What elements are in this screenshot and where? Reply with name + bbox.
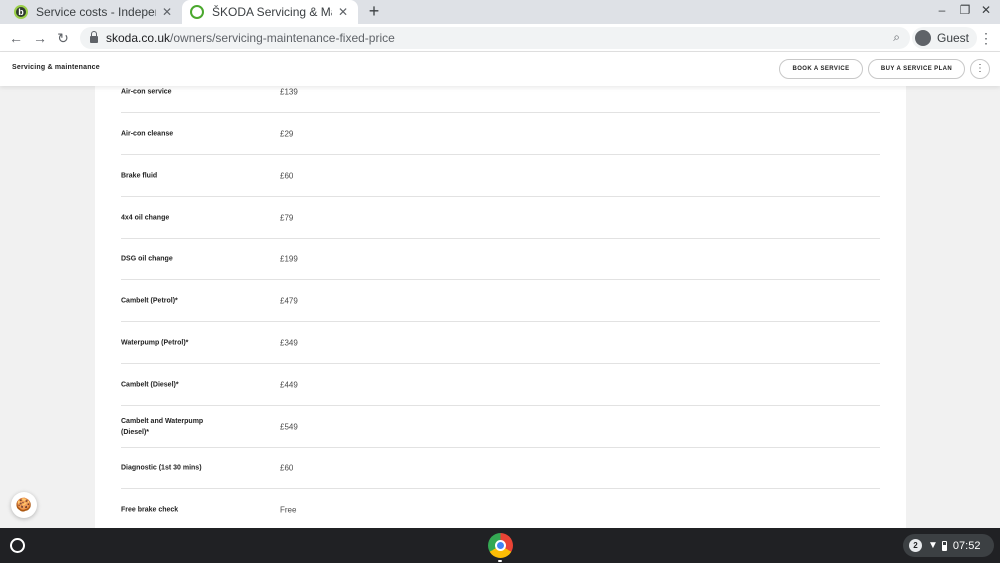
price-row: Cambelt (Diesel)* £449 xyxy=(121,364,880,406)
close-icon[interactable]: ✕ xyxy=(160,5,174,19)
service-price: £199 xyxy=(280,254,298,263)
close-icon[interactable]: ✕ xyxy=(336,5,350,19)
price-row: Air-con cleanse £29 xyxy=(121,113,880,155)
price-row: Brake fluid £60 xyxy=(121,155,880,197)
tab-skoda-servicing[interactable]: ŠKODA Servicing & Maintenance ✕ xyxy=(182,0,358,24)
site-header: Servicing & maintenance BOOK A SERVICE B… xyxy=(0,52,1000,86)
price-row: Air-con service £139 xyxy=(121,86,880,113)
tab-title: ŠKODA Servicing & Maintenance xyxy=(212,5,332,19)
chrome-app-icon[interactable] xyxy=(488,533,513,558)
more-options-icon[interactable]: ⋮ xyxy=(970,59,990,79)
close-window-icon[interactable]: ✕ xyxy=(976,3,996,17)
service-price: £60 xyxy=(280,171,294,180)
url-path: /owners/servicing-maintenance-fixed-pric… xyxy=(170,31,395,45)
service-name: 4x4 oil change xyxy=(121,214,170,221)
service-name: Free brake check xyxy=(121,506,179,514)
service-price: £139 xyxy=(280,87,298,96)
service-price: £479 xyxy=(280,296,298,305)
back-arrow-icon[interactable]: ← xyxy=(6,28,26,48)
browser-menu-icon[interactable]: ⋮ xyxy=(978,28,994,48)
service-name: Air-con service xyxy=(121,88,172,95)
battery-icon xyxy=(941,540,947,551)
service-name: Waterpump (Petrol)* xyxy=(121,339,189,346)
running-indicator xyxy=(498,560,502,562)
launcher-icon[interactable] xyxy=(10,538,25,553)
profile-button[interactable]: Guest xyxy=(912,27,978,49)
avatar xyxy=(915,30,931,46)
service-name: Diagnostic (1st 30 mins) xyxy=(121,464,202,471)
service-price: £60 xyxy=(280,463,294,472)
restore-icon[interactable]: ❐ xyxy=(955,3,975,17)
site-favicon-icon: b xyxy=(14,5,28,19)
profile-label: Guest xyxy=(937,31,970,45)
tab-title: Service costs - Independant v De xyxy=(36,5,156,19)
service-name: Cambelt (Petrol)* xyxy=(121,297,178,304)
url-domain: skoda.co.uk xyxy=(106,31,171,45)
new-tab-button[interactable]: + xyxy=(364,2,384,22)
forward-arrow-icon[interactable]: → xyxy=(30,28,50,48)
buy-service-plan-button[interactable]: BUY A SERVICE PLAN xyxy=(868,59,965,79)
search-icon[interactable]: ⌕ xyxy=(893,30,900,45)
service-name: Air-con cleanse xyxy=(121,130,174,137)
price-row: Cambelt and Waterpump (Diesel)* £549 xyxy=(121,406,880,448)
service-price: £29 xyxy=(280,129,294,138)
wifi-icon: ▼ xyxy=(928,540,938,551)
service-price: £79 xyxy=(280,213,294,222)
service-name: DSG oil change xyxy=(121,255,173,262)
price-row: DSG oil change £199 xyxy=(121,238,880,280)
cookie-settings-button[interactable]: 🍪 xyxy=(11,492,37,518)
browser-toolbar: ← → ↻ skoda.co.uk/owners/servicing-maint… xyxy=(0,24,1000,52)
price-row: Free brake check Free xyxy=(121,489,880,528)
service-price: £549 xyxy=(280,422,298,431)
price-row: Diagnostic (1st 30 mins) £60 xyxy=(121,447,880,489)
service-price: £449 xyxy=(280,380,298,389)
price-list: Air-con service £139 Air-con cleanse £29… xyxy=(95,86,906,528)
price-row: Cambelt (Petrol)* £479 xyxy=(121,280,880,322)
service-price: Free xyxy=(280,505,297,515)
lock-icon xyxy=(90,30,98,43)
book-service-button[interactable]: BOOK A SERVICE xyxy=(779,59,863,79)
tab-service-costs[interactable]: b Service costs - Independant v De ✕ xyxy=(6,0,182,24)
service-name: Brake fluid xyxy=(121,172,158,179)
clock: 07:52 xyxy=(952,539,981,552)
skoda-favicon-icon xyxy=(190,5,204,19)
os-shelf: 2 ▼ 07:52 xyxy=(0,528,1000,563)
reload-icon[interactable]: ↻ xyxy=(53,28,73,48)
minimize-icon[interactable]: – xyxy=(932,3,952,17)
price-row: Waterpump (Petrol)* £349 xyxy=(121,322,880,364)
page-title: Servicing & maintenance xyxy=(12,64,100,71)
service-name: Cambelt (Diesel)* xyxy=(121,381,179,388)
price-row: 4x4 oil change £79 xyxy=(121,197,880,239)
tab-strip: b Service costs - Independant v De ✕ ŠKO… xyxy=(0,0,1000,24)
service-name: Cambelt and Waterpump (Diesel)* xyxy=(121,417,204,436)
status-tray[interactable]: 2 ▼ 07:52 xyxy=(903,534,994,557)
notification-badge: 2 xyxy=(909,539,922,552)
service-price: £349 xyxy=(280,338,298,347)
cookie-icon: 🍪 xyxy=(15,497,33,512)
address-bar[interactable]: skoda.co.uk/owners/servicing-maintenance… xyxy=(80,27,910,49)
